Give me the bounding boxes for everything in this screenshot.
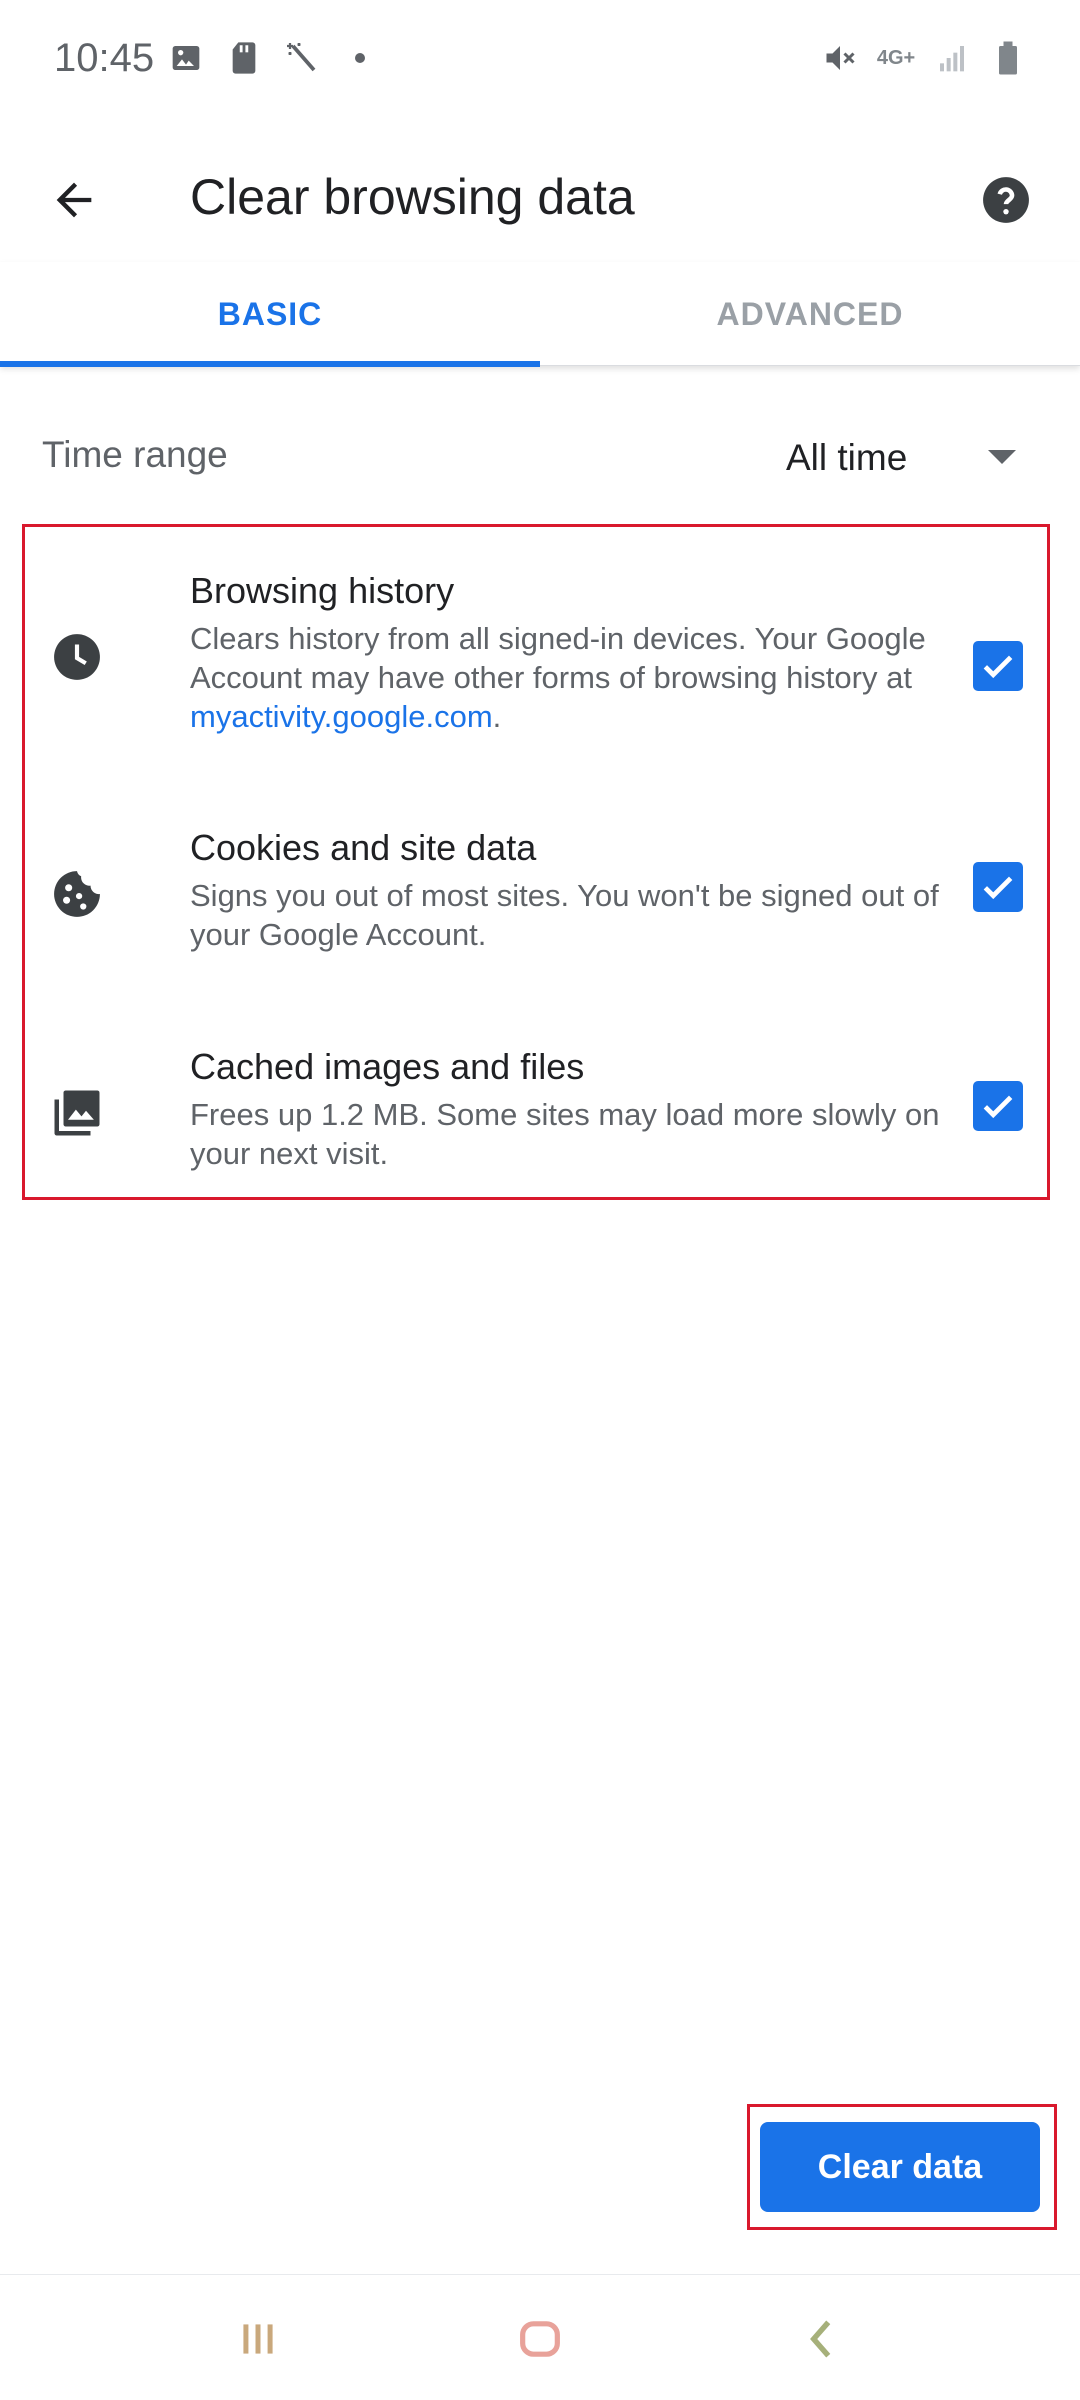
battery-icon	[990, 40, 1026, 76]
check-icon	[983, 1095, 1013, 1119]
photo-library-icon	[49, 1085, 105, 1141]
sd-card-icon	[226, 40, 262, 76]
image-icon	[168, 40, 204, 76]
cached-images-checkbox[interactable]	[973, 1081, 1023, 1131]
home-icon	[520, 2321, 560, 2357]
recents-icon	[243, 2324, 273, 2354]
cookie-icon	[49, 866, 105, 922]
tab-bar: BASIC ADVANCED	[0, 262, 1080, 367]
option-title: Cached images and files	[190, 1046, 585, 1087]
navigation-bar	[0, 2274, 1080, 2400]
option-browsing-history[interactable]: Browsing history Clears history from all…	[25, 567, 1047, 767]
options-list: Browsing history Clears history from all…	[22, 524, 1050, 1200]
help-icon	[983, 177, 1029, 223]
network-4g-icon: 4G+	[876, 47, 916, 69]
option-title: Cookies and site data	[190, 827, 537, 868]
clock-icon	[49, 629, 105, 685]
back-nav-button[interactable]	[774, 2301, 870, 2377]
check-icon	[983, 655, 1013, 679]
tab-basic[interactable]: BASIC	[0, 262, 540, 366]
time-range-row: Time range All time	[0, 410, 1080, 506]
status-bar: 10:45 4G+	[0, 0, 1080, 124]
option-description: Clears history from all signed-in device…	[190, 621, 926, 734]
myactivity-link[interactable]: myactivity.google.com	[190, 699, 493, 734]
tab-advanced[interactable]: ADVANCED	[540, 262, 1080, 366]
browsing-history-checkbox[interactable]	[973, 641, 1023, 691]
time-range-dropdown[interactable]: All time	[760, 422, 1060, 494]
clear-data-highlight: Clear data	[747, 2104, 1057, 2230]
help-button[interactable]	[968, 162, 1044, 238]
page-title: Clear browsing data	[190, 169, 635, 225]
arrow-back-icon	[56, 182, 92, 218]
time-range-label: Time range	[42, 434, 228, 475]
option-description: Frees up 1.2 MB. Some sites may load mor…	[190, 1097, 940, 1171]
back-icon	[810, 2320, 831, 2358]
clear-data-button[interactable]: Clear data	[760, 2122, 1040, 2212]
time-range-value: All time	[786, 437, 908, 478]
option-cached-images[interactable]: Cached images and files Frees up 1.2 MB.…	[25, 1043, 1047, 1193]
back-button[interactable]	[36, 162, 112, 238]
recents-button[interactable]	[210, 2301, 306, 2377]
magic-wand-icon	[284, 40, 320, 76]
mute-icon	[822, 40, 858, 76]
check-icon	[983, 876, 1013, 900]
dot-icon	[342, 40, 378, 76]
cookies-checkbox[interactable]	[973, 862, 1023, 912]
status-icons-left	[168, 40, 378, 76]
option-cookies[interactable]: Cookies and site data Signs you out of m…	[25, 824, 1047, 974]
tab-indicator	[0, 361, 540, 367]
option-description: Signs you out of most sites. You won't b…	[190, 878, 939, 952]
status-icons-right: 4G+	[822, 40, 1026, 76]
option-title: Browsing history	[190, 570, 455, 611]
status-time: 10:45	[54, 36, 155, 80]
dropdown-arrow-icon	[988, 450, 1016, 464]
home-button[interactable]	[492, 2301, 588, 2377]
signal-icon	[934, 40, 970, 76]
